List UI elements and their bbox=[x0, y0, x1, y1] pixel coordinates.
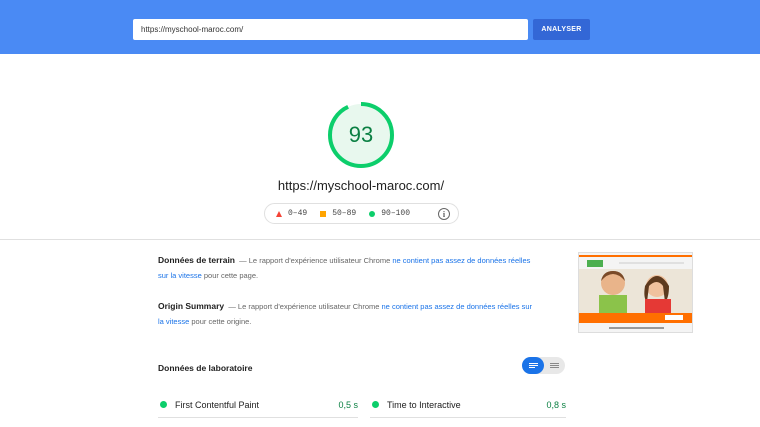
list-view-button[interactable] bbox=[522, 357, 544, 374]
detail-view-icon[interactable] bbox=[544, 357, 565, 374]
url-input[interactable]: https://myschool-maroc.com/ bbox=[133, 19, 528, 40]
lab-data-title: Données de laboratoire bbox=[158, 363, 253, 373]
circle-icon bbox=[369, 210, 376, 217]
pass-dot-icon bbox=[372, 401, 379, 408]
legend-average: 50–89 bbox=[320, 209, 356, 218]
field-data-section: Données de terrain — Le rapport d'expéri… bbox=[158, 255, 531, 280]
origin-summary-section: Origin Summary — Le rapport d'expérience… bbox=[158, 301, 533, 326]
pass-dot-icon bbox=[160, 401, 167, 408]
triangle-icon bbox=[276, 210, 282, 217]
header-bar: https://myschool-maroc.com/ ANALYSER bbox=[0, 0, 760, 54]
page-screenshot-thumbnail bbox=[578, 252, 693, 333]
metric-first-contentful-paint: First Contentful Paint 0,5 s bbox=[158, 392, 358, 418]
performance-score: 93 bbox=[348, 122, 374, 147]
divider bbox=[0, 239, 760, 240]
analyze-button[interactable]: ANALYSER bbox=[533, 19, 590, 40]
field-data-title: Données de terrain bbox=[158, 255, 235, 265]
tested-url: https://myschool-maroc.com/ bbox=[277, 178, 445, 193]
origin-summary-title: Origin Summary bbox=[158, 301, 225, 311]
score-legend: 0–49 50–89 90–100 i bbox=[264, 203, 459, 224]
legend-pass: 90–100 bbox=[369, 209, 410, 218]
metric-time-to-interactive: Time to Interactive 0,8 s bbox=[370, 392, 566, 418]
view-toggle[interactable] bbox=[522, 357, 565, 374]
square-icon bbox=[320, 210, 327, 217]
info-icon[interactable]: i bbox=[438, 208, 450, 220]
legend-fail: 0–49 bbox=[276, 209, 307, 218]
